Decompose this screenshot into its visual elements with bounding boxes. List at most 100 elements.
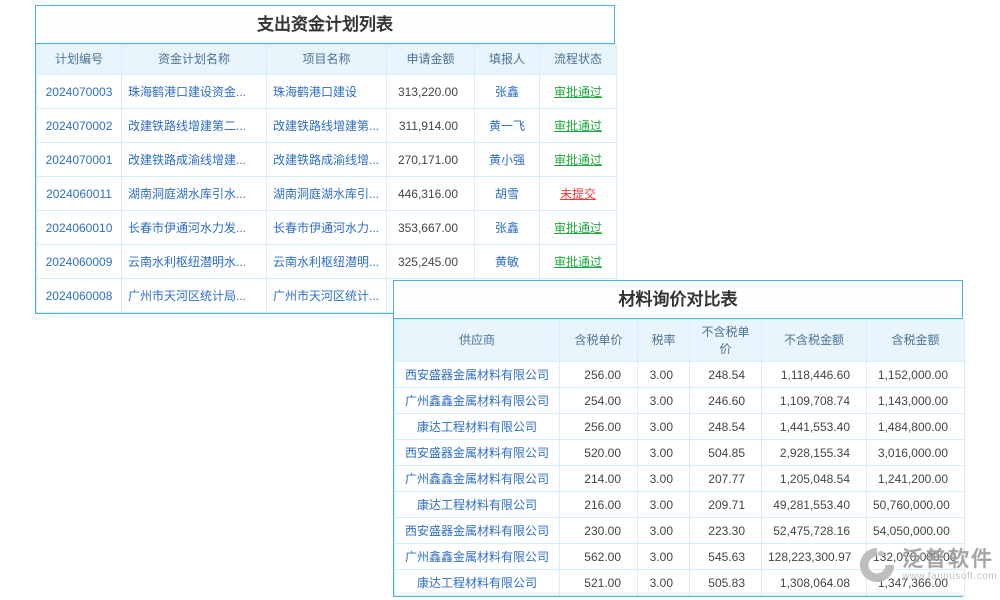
table-row[interactable]: 2024060011湖南洞庭湖水库引水...湖南洞庭湖水库引...446,316… xyxy=(37,177,617,211)
tax-rate: 3.00 xyxy=(638,570,690,596)
fund-plan-name-link[interactable]: 广州市天河区统计局... xyxy=(122,279,267,313)
workflow-status-link[interactable]: 审批通过 xyxy=(540,75,617,109)
reporter-link[interactable]: 黄小强 xyxy=(475,143,540,177)
plan-no-link[interactable]: 2024060011 xyxy=(37,177,122,211)
amount-with-tax: 54,050,000.00 xyxy=(867,518,965,544)
workflow-status-link[interactable]: 未提交 xyxy=(540,177,617,211)
amount-without-tax: 128,223,300.97 xyxy=(762,544,867,570)
column-header: 含税金额 xyxy=(867,320,965,362)
material-inquiry-header: 供应商含税单价税率不含税单价不含税金额含税金额 xyxy=(395,320,965,362)
plan-no-link[interactable]: 2024060009 xyxy=(37,245,122,279)
workflow-status-link[interactable]: 审批通过 xyxy=(540,143,617,177)
watermark-brand: 泛普软件 xyxy=(902,548,997,571)
unit-price-without-tax: 545.63 xyxy=(690,544,762,570)
table-row[interactable]: 康达工程材料有限公司216.003.00209.7149,281,553.405… xyxy=(395,492,965,518)
table-row[interactable]: 广州鑫鑫金属材料有限公司214.003.00207.771,205,048.54… xyxy=(395,466,965,492)
tax-rate: 3.00 xyxy=(638,388,690,414)
workflow-status-link[interactable]: 审批通过 xyxy=(540,109,617,143)
page: 支出资金计划列表 计划编号资金计划名称项目名称申请金额填报人流程状态 20240… xyxy=(0,0,1000,600)
table-row[interactable]: 2024060009云南水利枢纽潜明水...云南水利枢纽潜明...325,245… xyxy=(37,245,617,279)
project-name-link[interactable]: 珠海鹤港口建设 xyxy=(267,75,387,109)
supplier-link[interactable]: 西安盛器金属材料有限公司 xyxy=(395,362,560,388)
amount-without-tax: 1,109,708.74 xyxy=(762,388,867,414)
project-name-link[interactable]: 广州市天河区统计... xyxy=(267,279,387,313)
supplier-link[interactable]: 康达工程材料有限公司 xyxy=(395,414,560,440)
fund-plan-name-link[interactable]: 长春市伊通河水力发... xyxy=(122,211,267,245)
apply-amount: 325,245.00 xyxy=(387,245,475,279)
tax-rate: 3.00 xyxy=(638,544,690,570)
column-header: 供应商 xyxy=(395,320,560,362)
plan-no-link[interactable]: 2024070001 xyxy=(37,143,122,177)
table-row[interactable]: 2024070002改建铁路线增建第二...改建铁路线增建第...311,914… xyxy=(37,109,617,143)
plan-no-link[interactable]: 2024060010 xyxy=(37,211,122,245)
column-header: 流程状态 xyxy=(540,45,617,75)
reporter-link[interactable]: 张鑫 xyxy=(475,211,540,245)
fund-plan-name-link[interactable]: 改建铁路成渝线增建... xyxy=(122,143,267,177)
table-row[interactable]: 2024070001改建铁路成渝线增建...改建铁路成渝线增...270,171… xyxy=(37,143,617,177)
fund-plan-name-link[interactable]: 云南水利枢纽潜明水... xyxy=(122,245,267,279)
project-name-link[interactable]: 改建铁路成渝线增... xyxy=(267,143,387,177)
workflow-status-link[interactable]: 审批通过 xyxy=(540,245,617,279)
table-row[interactable]: 西安盛器金属材料有限公司256.003.00248.541,118,446.60… xyxy=(395,362,965,388)
unit-price-with-tax: 256.00 xyxy=(560,414,638,440)
plan-no-link[interactable]: 2024060008 xyxy=(37,279,122,313)
project-name-link[interactable]: 改建铁路线增建第... xyxy=(267,109,387,143)
unit-price-with-tax: 254.00 xyxy=(560,388,638,414)
supplier-link[interactable]: 广州鑫鑫金属材料有限公司 xyxy=(395,388,560,414)
column-header: 含税单价 xyxy=(560,320,638,362)
material-inquiry-title: 材料询价对比表 xyxy=(394,281,962,319)
unit-price-without-tax: 504.85 xyxy=(690,440,762,466)
expenditure-plan-panel: 支出资金计划列表 计划编号资金计划名称项目名称申请金额填报人流程状态 20240… xyxy=(35,5,615,314)
apply-amount: 311,914.00 xyxy=(387,109,475,143)
amount-with-tax: 1,241,200.00 xyxy=(867,466,965,492)
amount-with-tax: 1,143,000.00 xyxy=(867,388,965,414)
watermark-url: www.fanpusoft.com xyxy=(902,571,997,582)
apply-amount: 353,667.00 xyxy=(387,211,475,245)
amount-without-tax: 1,308,064.08 xyxy=(762,570,867,596)
tax-rate: 3.00 xyxy=(638,492,690,518)
reporter-link[interactable]: 胡雪 xyxy=(475,177,540,211)
project-name-link[interactable]: 长春市伊通河水力... xyxy=(267,211,387,245)
amount-without-tax: 2,928,155.34 xyxy=(762,440,867,466)
fund-plan-name-link[interactable]: 改建铁路线增建第二... xyxy=(122,109,267,143)
unit-price-without-tax: 246.60 xyxy=(690,388,762,414)
apply-amount: 446,316.00 xyxy=(387,177,475,211)
amount-with-tax: 50,760,000.00 xyxy=(867,492,965,518)
table-row[interactable]: 广州鑫鑫金属材料有限公司254.003.00246.601,109,708.74… xyxy=(395,388,965,414)
project-name-link[interactable]: 云南水利枢纽潜明... xyxy=(267,245,387,279)
supplier-link[interactable]: 康达工程材料有限公司 xyxy=(395,492,560,518)
column-header: 资金计划名称 xyxy=(122,45,267,75)
vendor-watermark: 泛普软件 www.fanpusoft.com xyxy=(858,546,997,584)
column-header: 不含税单价 xyxy=(690,320,762,362)
expenditure-plan-title: 支出资金计划列表 xyxy=(36,6,614,44)
column-header: 不含税金额 xyxy=(762,320,867,362)
supplier-link[interactable]: 广州鑫鑫金属材料有限公司 xyxy=(395,466,560,492)
unit-price-without-tax: 248.54 xyxy=(690,362,762,388)
supplier-link[interactable]: 西安盛器金属材料有限公司 xyxy=(395,440,560,466)
plan-no-link[interactable]: 2024070002 xyxy=(37,109,122,143)
tax-rate: 3.00 xyxy=(638,414,690,440)
plan-no-link[interactable]: 2024070003 xyxy=(37,75,122,109)
workflow-status-link[interactable]: 审批通过 xyxy=(540,211,617,245)
table-row[interactable]: 2024060010长春市伊通河水力发...长春市伊通河水力...353,667… xyxy=(37,211,617,245)
expenditure-plan-header: 计划编号资金计划名称项目名称申请金额填报人流程状态 xyxy=(37,45,617,75)
tax-rate: 3.00 xyxy=(638,362,690,388)
unit-price-with-tax: 216.00 xyxy=(560,492,638,518)
amount-with-tax: 1,484,800.00 xyxy=(867,414,965,440)
table-row[interactable]: 西安盛器金属材料有限公司230.003.00223.3052,475,728.1… xyxy=(395,518,965,544)
project-name-link[interactable]: 湖南洞庭湖水库引... xyxy=(267,177,387,211)
supplier-link[interactable]: 康达工程材料有限公司 xyxy=(395,570,560,596)
table-row[interactable]: 西安盛器金属材料有限公司520.003.00504.852,928,155.34… xyxy=(395,440,965,466)
supplier-link[interactable]: 西安盛器金属材料有限公司 xyxy=(395,518,560,544)
reporter-link[interactable]: 张鑫 xyxy=(475,75,540,109)
amount-with-tax: 1,152,000.00 xyxy=(867,362,965,388)
reporter-link[interactable]: 黄敏 xyxy=(475,245,540,279)
table-row[interactable]: 康达工程材料有限公司256.003.00248.541,441,553.401,… xyxy=(395,414,965,440)
supplier-link[interactable]: 广州鑫鑫金属材料有限公司 xyxy=(395,544,560,570)
fund-plan-name-link[interactable]: 珠海鹤港口建设资金... xyxy=(122,75,267,109)
fund-plan-name-link[interactable]: 湖南洞庭湖水库引水... xyxy=(122,177,267,211)
reporter-link[interactable]: 黄一飞 xyxy=(475,109,540,143)
table-row[interactable]: 2024070003珠海鹤港口建设资金...珠海鹤港口建设313,220.00张… xyxy=(37,75,617,109)
apply-amount: 313,220.00 xyxy=(387,75,475,109)
apply-amount: 270,171.00 xyxy=(387,143,475,177)
